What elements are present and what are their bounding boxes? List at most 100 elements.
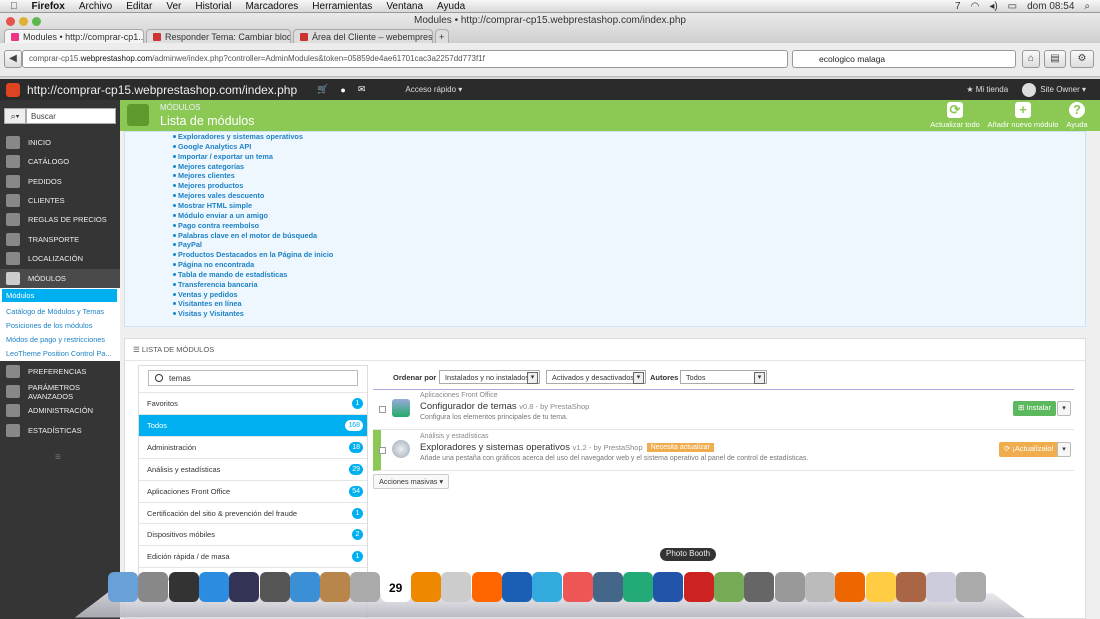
module-link[interactable]: Mejores vales descuento <box>172 191 264 200</box>
category-item[interactable]: Administración 18 <box>139 435 367 458</box>
word-icon[interactable] <box>653 572 684 602</box>
status-indicator[interactable]: 7 <box>955 1 961 12</box>
sidebar-item-localizacion[interactable]: Localización <box>0 249 120 268</box>
dashboard-icon[interactable] <box>168 572 199 602</box>
caret-down-icon[interactable]: ▾ <box>1057 401 1071 416</box>
submenu-catalogo[interactable]: Catálogo de Módulos y Temas <box>6 307 118 316</box>
vlc-icon[interactable] <box>411 572 441 602</box>
utility-icon[interactable] <box>592 572 623 602</box>
add-module-button[interactable]: + Añadir nuevo módulo <box>986 102 1060 129</box>
category-item[interactable]: Aplicaciones Front Office 54 <box>139 479 367 502</box>
browser-tab-responder[interactable]: Responder Tema: Cambiar bloq... × <box>146 29 291 43</box>
spotlight-icon[interactable]: ⌕ <box>1084 1 1090 12</box>
battery-icon[interactable]: ▭ <box>1008 1 1017 12</box>
mission-control-icon[interactable] <box>229 572 260 602</box>
mail-icon[interactable]: ✉ <box>358 84 366 95</box>
excel-icon[interactable] <box>623 572 654 602</box>
caret-down-icon[interactable]: ▾ <box>1057 442 1071 457</box>
powerpoint-icon[interactable] <box>562 572 593 602</box>
category-item[interactable]: Certificación del sitio & prevención del… <box>139 501 367 524</box>
photo-booth-icon[interactable] <box>683 572 714 602</box>
firefox-icon[interactable] <box>835 572 866 602</box>
module-link[interactable]: Tabla de mando de estadísticas <box>172 270 287 279</box>
category-item[interactable]: Análisis y estadísticas 29 <box>139 457 367 480</box>
photoshop-icon[interactable] <box>501 572 532 602</box>
launchpad-icon[interactable] <box>138 572 169 602</box>
category-item[interactable]: Todos 168 <box>139 413 367 436</box>
iphoto-icon[interactable] <box>714 572 744 602</box>
menu-herramientas[interactable]: Herramientas <box>312 1 372 12</box>
addon-button[interactable]: ⚙ <box>1070 50 1094 68</box>
sidebar-item-clientes[interactable]: Clientes <box>0 191 120 210</box>
module-link[interactable]: Mostrar HTML simple <box>172 201 252 210</box>
module-link[interactable]: Transferencia bancaria <box>173 280 258 289</box>
preview-icon[interactable] <box>441 572 472 602</box>
breadcrumb[interactable]: Módulos <box>160 103 200 112</box>
user-icon[interactable]: ● <box>340 85 345 95</box>
update-button[interactable]: ⟳ ¡Actualízalo! <box>999 442 1059 457</box>
search-icon[interactable]: ⌕▾ <box>4 108 26 124</box>
module-link[interactable]: Productos Destacados en la Página de ini… <box>172 250 333 259</box>
menu-editar[interactable]: Editar <box>126 1 152 12</box>
sidebar-item-pedidos[interactable]: Pedidos <box>0 172 120 191</box>
facetime-icon[interactable] <box>259 572 290 602</box>
module-link[interactable]: Exploradores y sistemas operativos <box>173 132 303 141</box>
sidebar-search-input[interactable]: Buscar <box>26 108 116 124</box>
module-link[interactable]: Visitantes en línea <box>173 299 242 308</box>
category-item[interactable]: Dispositivos móbiles 2 <box>139 523 367 545</box>
bookmarks-button[interactable]: ▤ <box>1044 50 1066 68</box>
menu-ventana[interactable]: Ventana <box>386 1 423 12</box>
sidebar-item-modulos[interactable]: Módulos <box>0 269 120 288</box>
module-link[interactable]: PayPal <box>173 240 202 249</box>
authors-filter-select[interactable]: Todos <box>680 370 767 384</box>
trash-icon[interactable] <box>956 572 987 602</box>
cart-icon[interactable]: 🛒 <box>317 84 328 95</box>
module-search-input[interactable]: temas <box>148 370 358 386</box>
volume-icon[interactable]: ◂) <box>989 1 997 12</box>
stickies-icon[interactable] <box>865 572 896 602</box>
illustrator-icon[interactable] <box>471 572 502 602</box>
install-button[interactable]: ⊞ Instalar <box>1013 401 1056 416</box>
refresh-all-button[interactable]: ⟳ Actualizar todo <box>928 102 982 129</box>
module-link[interactable]: Mejores clientes <box>173 171 235 180</box>
sidebar-item-transporte[interactable]: Transporte <box>0 230 120 249</box>
apple-icon[interactable]:  <box>10 1 18 12</box>
home-button[interactable]: ⌂ <box>1022 50 1040 68</box>
help-icon[interactable] <box>804 572 835 602</box>
prestashop-logo-icon[interactable] <box>6 82 20 97</box>
module-link[interactable]: Visitas y Visitantes <box>173 309 244 318</box>
sidebar-item-catalogo[interactable]: Catálogo <box>0 152 120 171</box>
bulk-actions-button[interactable]: Acciones masivas ▾ <box>373 474 450 489</box>
submenu-modulos[interactable]: Módulos <box>2 289 117 302</box>
sidebar-item-parametros[interactable]: Parámetros avanzados <box>0 382 120 401</box>
browser-tab-area-cliente[interactable]: Área del Cliente – webempresa... × <box>293 29 433 43</box>
browser-tab-modules[interactable]: Modules • http://comprar-cp1... × <box>4 29 144 43</box>
module-link[interactable]: Palabras clave en el motor de búsqueda <box>172 231 317 240</box>
module-link[interactable]: Pago contra reembolso <box>172 221 259 230</box>
collapse-sidebar-icon[interactable]: ≡ <box>55 452 61 463</box>
module-link[interactable]: Importar / exportar un tema <box>173 152 273 161</box>
menu-marcadores[interactable]: Marcadores <box>245 1 298 12</box>
category-item[interactable]: Favoritos 1 <box>139 392 367 414</box>
module-link[interactable]: Google Analytics API <box>172 142 251 151</box>
module-link[interactable]: Página no encontrada <box>172 260 254 269</box>
wifi-icon[interactable]: ◠ <box>971 1 980 12</box>
system-preferences-icon[interactable] <box>774 572 805 602</box>
menu-archivo[interactable]: Archivo <box>79 1 112 12</box>
menu-ver[interactable]: Ver <box>166 1 181 12</box>
sidebar-item-preferencias[interactable]: Preferencias <box>0 362 120 381</box>
clock[interactable]: dom 08:54 <box>1027 1 1074 12</box>
category-item[interactable]: Edición rápida / de masa 1 <box>139 545 367 567</box>
back-button[interactable]: ◀ <box>4 50 22 68</box>
mail-icon[interactable] <box>350 572 381 602</box>
module-checkbox[interactable] <box>379 406 386 413</box>
help-button[interactable]: ? Ayuda <box>1064 102 1090 129</box>
module-checkbox[interactable] <box>379 447 386 454</box>
sidebar-item-inicio[interactable]: Inicio <box>0 133 120 152</box>
finder-icon[interactable] <box>108 572 138 602</box>
finder-window-icon[interactable] <box>926 572 957 602</box>
url-bar[interactable]: comprar-cp15.webprestashop.com/adminwe/i… <box>22 50 788 68</box>
menu-historial[interactable]: Historial <box>195 1 231 12</box>
module-link[interactable]: Mejores categorías <box>172 162 244 171</box>
active-filter-select[interactable]: Activados y desactivados <box>546 370 646 384</box>
